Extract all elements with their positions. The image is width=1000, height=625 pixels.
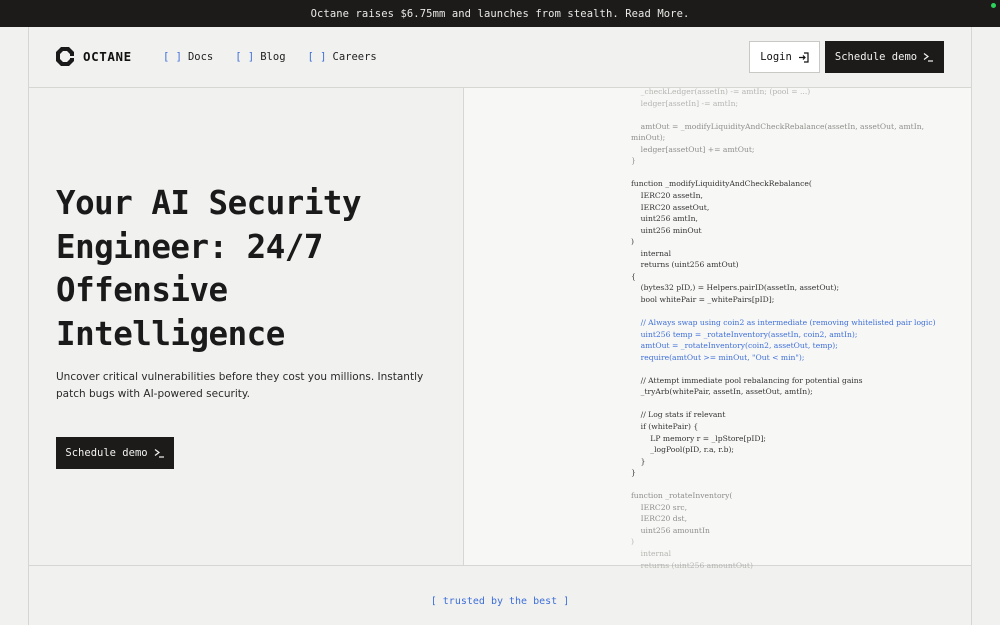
code-line: amtOut = _rotateInventory(coin2, assetOu…	[631, 341, 838, 351]
code-line: amtOut = _modifyLiquidityAndCheckRebalan…	[631, 121, 925, 131]
nav-links: [ ] Docs [ ] Blog [ ] Careers	[163, 51, 377, 63]
hero-title-line: Intelligence	[56, 314, 285, 353]
hero-subtitle: Uncover critical vulnerabilities before …	[56, 371, 424, 400]
code-line: ledger[assetIn] -= amtIn;	[631, 98, 739, 108]
schedule-demo-label: Schedule demo	[834, 51, 918, 63]
nav-link-careers[interactable]: [ ] Careers	[308, 51, 377, 63]
code-line: }	[631, 468, 636, 478]
nav-link-blog[interactable]: [ ] Blog	[235, 51, 285, 63]
nav-link-docs[interactable]: [ ] Docs	[163, 51, 213, 63]
nav-bracket: [ ]	[163, 51, 182, 63]
code-line: }	[631, 456, 646, 466]
code-line: IERC20 assetOut,	[631, 202, 710, 212]
nav-link-label: Blog	[260, 51, 286, 63]
nav-link-label: Docs	[187, 51, 214, 63]
code-line: uint256 amountIn	[631, 525, 710, 535]
code-line: _tryArb(whitePair, assetIn, assetOut, am…	[631, 387, 813, 397]
nav-bracket: [ ]	[307, 51, 327, 63]
code-line: internal	[631, 248, 671, 258]
code-line: minOut);	[631, 133, 666, 143]
code-line: if (whitePair) {	[631, 421, 699, 431]
hero-title-line: Offensive	[56, 271, 228, 309]
announcement-bar[interactable]: Octane raises $6.75mm and launches from …	[0, 0, 1000, 27]
code-line: internal	[631, 549, 671, 558]
code-line: uint256 minOut	[631, 225, 702, 235]
code-line: _checkLedger(assetIn) -= amtIn; (pool = …	[631, 87, 811, 96]
trusted-by-label: [ trusted by the best ]	[430, 596, 570, 607]
code-line: _logPool(pID, r.a, r.b);	[631, 445, 734, 455]
nav-bracket: [ ]	[235, 51, 255, 63]
schedule-demo-label: Schedule demo	[65, 447, 148, 459]
section-divider	[28, 565, 972, 566]
status-dot	[991, 3, 996, 8]
code-line: // Attempt immediate pool rebalancing fo…	[631, 375, 863, 385]
hero-title-line: Your AI Security	[56, 184, 362, 222]
code-line: uint256 temp = _rotateInventory(assetIn,…	[631, 329, 858, 339]
octagon-logo-icon	[55, 46, 75, 67]
code-line: // Always swap using coin2 as intermedia…	[631, 318, 936, 327]
code-line: IERC20 assetIn,	[631, 190, 703, 200]
terminal-prompt-icon	[154, 448, 165, 458]
code-line: ledger[assetOut] += amtOut;	[631, 144, 755, 154]
hero-title: Your AI Security Engineer: 24/7 Offensiv…	[56, 182, 456, 356]
code-line: // Log stats if relevant	[631, 410, 726, 420]
code-line: returns (uint256 amtOut)	[631, 260, 739, 270]
code-line: }	[631, 156, 636, 166]
login-arrow-icon	[798, 51, 809, 63]
code-line: (bytes32 pID,) = Helpers.pairID(assetIn,…	[631, 283, 840, 293]
code-line: bool whitePair = _whitePairs[pID];	[631, 294, 775, 304]
login-button-label: Login	[760, 51, 792, 63]
code-line: LP memory r = _lpStore[pID];	[631, 433, 766, 443]
terminal-prompt-icon	[923, 52, 934, 62]
hero-title-line: Engineer: 24/7	[56, 227, 323, 266]
code-line: )	[631, 237, 634, 247]
schedule-demo-hero-button[interactable]: Schedule demo	[56, 437, 174, 469]
nav-link-label: Careers	[332, 51, 377, 63]
brand-name: OCTANE	[83, 49, 132, 64]
code-line: require(amtOut >= minOut, "Out < min");	[631, 352, 805, 362]
code-line: )	[631, 537, 634, 547]
code-line: function _modifyLiquidityAndCheckRebalan…	[631, 179, 812, 189]
code-line: function _rotateInventory(	[631, 491, 733, 501]
code-line: returns (uint256 amountOut)	[631, 560, 753, 570]
top-nav: OCTANE [ ] Docs [ ] Blog [ ] Careers Log…	[28, 27, 972, 88]
schedule-demo-nav-button[interactable]: Schedule demo	[825, 41, 944, 73]
code-line: {	[631, 271, 636, 281]
code-line: IERC20 dst,	[631, 514, 688, 524]
announcement-text[interactable]: Octane raises $6.75mm and launches from …	[311, 8, 690, 20]
login-button[interactable]: Login	[749, 41, 820, 73]
code-line: uint256 amtIn,	[631, 214, 698, 224]
brand-logo[interactable]: OCTANE	[55, 46, 132, 67]
code-line: IERC20 src,	[631, 502, 687, 512]
